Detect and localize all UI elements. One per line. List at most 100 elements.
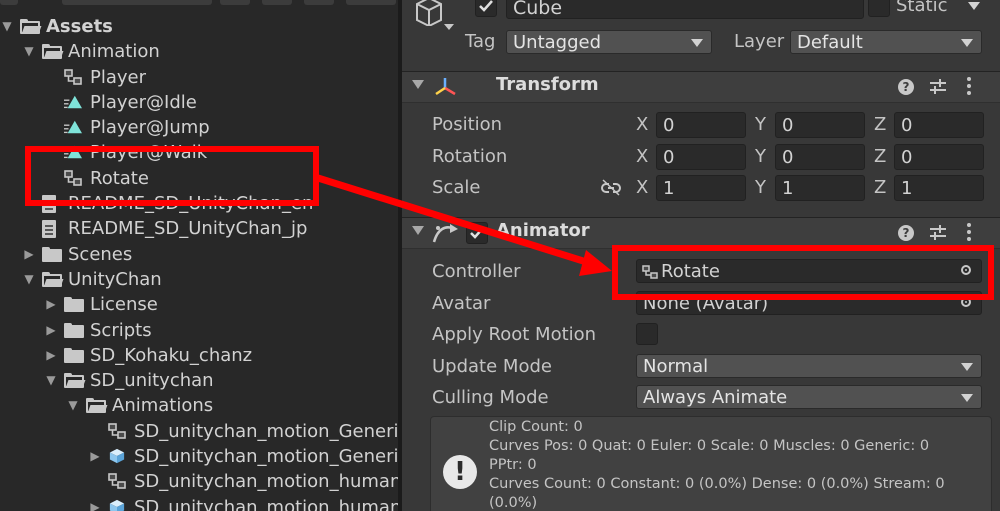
transform-row-label: Position xyxy=(432,114,503,135)
tree-item-label: SD_unitychan_motion_humanoid xyxy=(134,496,398,511)
tree-item[interactable]: Player@Jump xyxy=(0,115,398,140)
toolbar-segment[interactable] xyxy=(220,0,250,5)
tree-item[interactable]: ▼ SD_unitychan xyxy=(0,368,398,393)
tree-item[interactable]: ▶ SD_unitychan_motion_humanoid xyxy=(0,495,398,511)
tree-item[interactable]: SD_unitychan_motion_humanoid xyxy=(0,469,398,494)
transform-x-field[interactable]: 1 xyxy=(656,175,746,201)
folder-open-icon xyxy=(42,44,64,60)
static-dropdown-arrow[interactable] xyxy=(968,2,980,10)
tree-item[interactable]: ▶ Scenes xyxy=(0,242,398,267)
info-line: (0.0%) xyxy=(489,495,538,511)
tree-item[interactable]: ▶ License xyxy=(0,292,398,317)
info-line: Clip Count: 0 xyxy=(489,419,583,435)
axis-x-label: X xyxy=(636,177,649,198)
tree-item[interactable]: Player xyxy=(0,65,398,90)
tree-item-label: Player xyxy=(90,66,147,88)
expand-right-icon[interactable]: ▶ xyxy=(44,343,58,368)
info-line: PPtr: 0 xyxy=(489,457,537,473)
folder-open-icon xyxy=(42,271,64,287)
expand-right-icon[interactable]: ▶ xyxy=(44,318,58,343)
transform-x-field[interactable]: 0 xyxy=(656,144,746,170)
more-options-icon[interactable] xyxy=(967,77,971,97)
toolbar-segment[interactable] xyxy=(304,0,334,5)
info-line: Curves Count: 0 Constant: 0 (0.0%) Dense… xyxy=(489,476,945,492)
tree-item[interactable]: ▼ Animations xyxy=(0,393,398,418)
transform-z-field[interactable]: 1 xyxy=(894,175,984,201)
expand-right-icon[interactable]: ▶ xyxy=(44,292,58,317)
project-toolbar xyxy=(0,0,398,6)
tree-item[interactable]: ▼ Assets xyxy=(0,14,398,39)
presets-icon[interactable] xyxy=(930,78,946,96)
animator-enabled-checkbox[interactable] xyxy=(466,222,488,244)
presets-icon[interactable] xyxy=(930,224,946,242)
checkmark-icon xyxy=(479,0,493,12)
transform-z-field[interactable]: 0 xyxy=(894,112,984,138)
axis-z-label: Z xyxy=(874,114,887,135)
foldout-icon[interactable] xyxy=(412,80,424,89)
active-checkbox[interactable] xyxy=(475,0,497,17)
tag-label: Tag xyxy=(465,31,496,52)
transform-icon xyxy=(435,78,456,96)
icon-dropdown-arrow[interactable] xyxy=(444,24,454,30)
tree-item[interactable]: ▼ UnityChan xyxy=(0,267,398,292)
toolbar-segment[interactable] xyxy=(0,0,18,5)
folder-icon xyxy=(64,347,84,363)
search-field[interactable] xyxy=(62,0,212,5)
culling-mode-dropdown[interactable]: Always Animate xyxy=(636,385,982,409)
layer-value: Default xyxy=(797,32,863,53)
tree-item-label: Player@Jump xyxy=(90,117,210,139)
help-icon[interactable]: ? xyxy=(898,225,914,241)
object-name-field[interactable]: Cube xyxy=(506,0,864,19)
tree-item[interactable]: ▼ Animation xyxy=(0,39,398,64)
tree-item[interactable]: ▶ Scripts xyxy=(0,318,398,343)
tree-item[interactable]: ▶ SD_Kohaku_chanz xyxy=(0,343,398,368)
update-mode-label: Update Mode xyxy=(432,356,552,377)
expand-down-icon[interactable]: ▼ xyxy=(44,368,58,393)
tree-item-label: SD_unitychan_motion_Generic xyxy=(134,446,398,468)
tag-value: Untagged xyxy=(513,32,602,53)
checkmark-icon xyxy=(470,227,484,239)
transform-x-field[interactable]: 0 xyxy=(656,112,746,138)
toolbar-segment[interactable] xyxy=(346,0,396,5)
tree-item-label: Player@Idle xyxy=(90,91,197,113)
update-mode-dropdown[interactable]: Normal xyxy=(636,354,982,378)
link-icon[interactable] xyxy=(600,178,622,196)
expand-right-icon[interactable]: ▶ xyxy=(22,242,36,267)
animator-controller-icon xyxy=(64,68,82,85)
tree-item[interactable]: README_SD_UnityChan_jp xyxy=(0,216,398,241)
transform-y-field[interactable]: 1 xyxy=(775,175,865,201)
static-label: Static xyxy=(896,0,948,16)
tree-item-label: SD_unitychan_motion_humanoid xyxy=(134,471,398,493)
transform-y-field[interactable]: 0 xyxy=(775,144,865,170)
tree-item[interactable]: SD_unitychan_motion_Generic xyxy=(0,419,398,444)
expand-right-icon[interactable]: ▶ xyxy=(88,444,102,469)
tree-item[interactable]: ▶ SD_unitychan_motion_Generic xyxy=(0,444,398,469)
expand-down-icon[interactable]: ▼ xyxy=(0,14,14,39)
tag-dropdown[interactable]: Untagged xyxy=(506,30,712,54)
tree-item-label: SD_unitychan xyxy=(90,370,214,392)
tree-item-label: Scripts xyxy=(90,319,152,341)
model-icon xyxy=(109,499,125,511)
tree-item[interactable]: Player@Idle xyxy=(0,90,398,115)
expand-right-icon[interactable]: ▶ xyxy=(88,495,102,511)
static-checkbox[interactable] xyxy=(868,0,890,17)
expand-down-icon[interactable]: ▼ xyxy=(66,393,80,418)
expand-down-icon[interactable]: ▼ xyxy=(22,39,36,64)
axis-y-label: Y xyxy=(755,146,766,167)
layer-dropdown[interactable]: Default xyxy=(790,30,982,54)
more-options-icon[interactable] xyxy=(967,223,971,243)
transform-z-field[interactable]: 0 xyxy=(894,144,984,170)
info-line: Curves Pos: 0 Quat: 0 Euler: 0 Scale: 0 … xyxy=(489,438,930,454)
apply-root-motion-checkbox[interactable] xyxy=(636,323,658,345)
model-icon xyxy=(109,448,125,464)
transform-y-field[interactable]: 0 xyxy=(775,112,865,138)
foldout-icon[interactable] xyxy=(412,226,424,235)
animator-info-box: ! Clip Count: 0 Curves Pos: 0 Quat: 0 Eu… xyxy=(430,416,992,511)
tree-item-label: README_SD_UnityChan_jp xyxy=(68,218,308,240)
folder-icon xyxy=(42,246,62,262)
help-icon[interactable]: ? xyxy=(898,79,914,95)
transform-header[interactable]: Transform ? xyxy=(402,71,1000,103)
toolbar-segment[interactable] xyxy=(262,0,292,5)
expand-down-icon[interactable]: ▼ xyxy=(22,267,36,292)
highlight-box-rotate-asset xyxy=(25,146,319,206)
